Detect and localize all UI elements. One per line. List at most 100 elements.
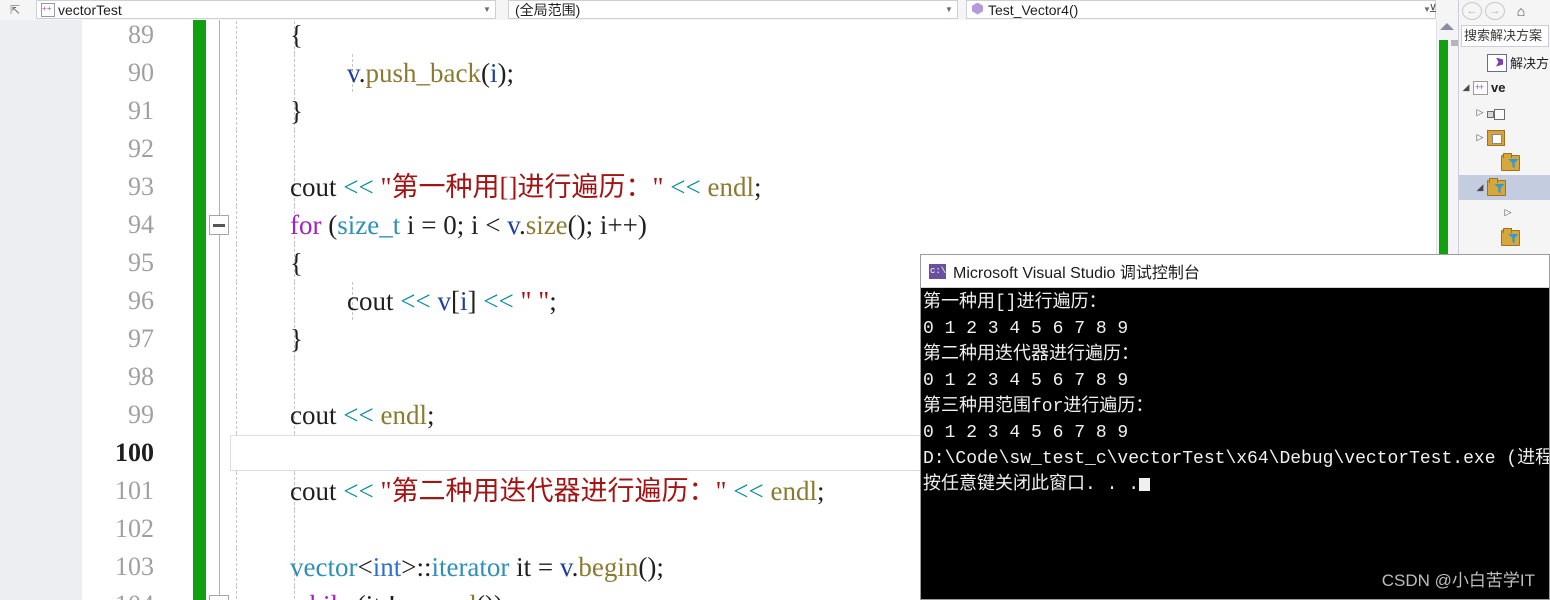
collapse-region-button[interactable] — [209, 215, 229, 235]
code-text: for (size_t i = 0; i < v.size(); i++) — [290, 206, 647, 244]
line-number: 100 — [115, 438, 154, 467]
change-bar — [193, 206, 206, 244]
code-token: ] — [467, 286, 484, 316]
code-token: << — [400, 286, 431, 316]
code-line[interactable]: 89 { — [0, 20, 1440, 54]
code-text: } — [290, 92, 303, 130]
chevron-down-icon[interactable]: ▼ — [479, 5, 495, 15]
expander-closed-icon[interactable]: ▷ — [1473, 132, 1487, 143]
outlining-vertical-line — [219, 54, 220, 92]
expander-open-icon[interactable]: ◢ — [1473, 182, 1487, 193]
outlining-vertical-line — [219, 548, 220, 586]
indent-guide — [236, 548, 237, 586]
console-title-bar[interactable]: Microsoft Visual Studio 调试控制台 — [921, 255, 1549, 288]
arrow-right-icon[interactable]: → — [1485, 2, 1505, 20]
dock-pin-icon[interactable]: ⊻ — [1424, 1, 1442, 18]
console-prompt-text: 按任意键关闭此窗口. . . — [923, 475, 1140, 495]
line-number: 94 — [128, 210, 154, 239]
change-bar — [193, 472, 206, 510]
line-number: 99 — [128, 400, 154, 429]
scroll-up-arrow-icon[interactable] — [1440, 23, 1454, 30]
tree-item[interactable]: ▷ — [1459, 200, 1550, 225]
change-bar — [193, 20, 206, 54]
code-token: it = — [509, 552, 560, 582]
code-token: "第一种用[]进行遍历：" — [373, 172, 664, 202]
outlining-vertical-line — [219, 510, 220, 548]
solution-search-input[interactable]: 搜索解决方案 — [1461, 25, 1549, 47]
code-token: << — [483, 286, 514, 316]
code-token: for — [290, 210, 322, 240]
expander-closed-icon[interactable]: ▷ — [1501, 207, 1515, 218]
tree-item[interactable]: ▷ — [1459, 125, 1550, 150]
line-number: 102 — [115, 514, 154, 543]
code-token: != — [388, 590, 412, 600]
change-bar — [193, 586, 206, 600]
outlining-vertical-line — [219, 168, 220, 206]
code-token: "第二种用迭代器进行遍历：" — [373, 476, 727, 506]
home-icon[interactable]: ⌂ — [1510, 2, 1532, 20]
indent-guide — [294, 358, 295, 396]
outlining-vertical-line — [219, 20, 220, 54]
code-text: } — [290, 320, 303, 358]
code-line[interactable]: 93 cout << "第一种用[]进行遍历：" << endl; — [0, 168, 1440, 206]
project-dropdown[interactable]: vectorTest ▼ — [36, 0, 496, 19]
filter-folder-icon — [1501, 227, 1520, 246]
code-line[interactable]: 94 for (size_t i = 0; i < v.size(); i++) — [0, 206, 1440, 244]
indent-guide — [236, 20, 237, 54]
console-output: 第一种用[]进行遍历： 0 1 2 3 4 5 6 7 8 9 第二种用迭代器进行遍… — [921, 288, 1549, 599]
code-text: cout << "第一种用[]进行遍历：" << endl; — [290, 168, 761, 206]
code-token: begin — [578, 552, 639, 582]
code-line[interactable]: 91} — [0, 92, 1440, 130]
solution-explorer-toolbar: ← → ⌂ — [1459, 0, 1550, 22]
tree-item[interactable] — [1459, 150, 1550, 175]
member-dropdown[interactable]: Test_Vector4() ▼ — [966, 0, 1436, 19]
console-prompt-line: 按任意键关闭此窗口. . . — [923, 472, 1549, 498]
outlining-vertical-line — [219, 244, 220, 282]
code-token: ()) — [476, 590, 503, 600]
arrow-left-icon[interactable]: ← — [1462, 2, 1482, 20]
code-token: } — [290, 324, 303, 354]
navigate-backward-icon[interactable]: ⇱ — [4, 2, 26, 18]
code-token: ); — [497, 58, 515, 88]
indent-guide — [236, 168, 237, 206]
scope-dropdown-value: (全局范围) — [515, 1, 581, 18]
indent-guide — [236, 320, 237, 358]
code-line[interactable]: 90 v.push_back(i); — [0, 54, 1440, 92]
code-token: << — [343, 476, 374, 506]
code-token: i = — [400, 210, 444, 240]
tree-item[interactable]: ◢ — [1459, 175, 1550, 200]
project-dropdown-value: vectorTest — [58, 1, 122, 18]
code-token: (); i++) — [567, 210, 647, 240]
expander-open-icon[interactable]: ◢ — [1459, 82, 1473, 93]
console-line: 0 1 2 3 4 5 6 7 8 9 — [923, 423, 1129, 443]
code-token: 0 — [443, 210, 457, 240]
code-token: ; — [426, 400, 435, 430]
tree-item[interactable]: 解决方 — [1459, 50, 1550, 75]
solution-icon — [1487, 53, 1507, 72]
tree-item[interactable] — [1459, 225, 1550, 250]
line-number: 98 — [128, 362, 154, 391]
code-token: int — [372, 552, 402, 582]
indent-guide — [236, 472, 237, 510]
indent-guide — [294, 54, 295, 92]
code-token: vector — [290, 552, 358, 582]
expander-closed-icon[interactable]: ▷ — [1473, 107, 1487, 118]
tree-item[interactable]: ◢ ve — [1459, 75, 1550, 100]
tree-item[interactable]: ▷ — [1459, 100, 1550, 125]
change-bar — [193, 282, 206, 320]
code-token: << — [663, 172, 701, 202]
chevron-down-icon[interactable]: ▼ — [941, 5, 957, 15]
indent-guide — [236, 206, 237, 244]
code-line[interactable]: 92 — [0, 130, 1440, 168]
line-number: 93 — [128, 172, 154, 201]
collapse-region-button[interactable] — [209, 595, 229, 600]
change-bar — [193, 510, 206, 548]
code-token: (); — [638, 552, 664, 582]
code-token: . — [430, 590, 437, 600]
project-icon — [41, 2, 55, 17]
code-token: . — [518, 210, 526, 240]
debug-console-window[interactable]: Microsoft Visual Studio 调试控制台 第一种用[]进行遍历… — [920, 254, 1550, 600]
scope-dropdown[interactable]: (全局范围) ▼ — [508, 0, 958, 19]
code-text: v.push_back(i); — [347, 54, 514, 92]
code-token: . — [358, 58, 366, 88]
